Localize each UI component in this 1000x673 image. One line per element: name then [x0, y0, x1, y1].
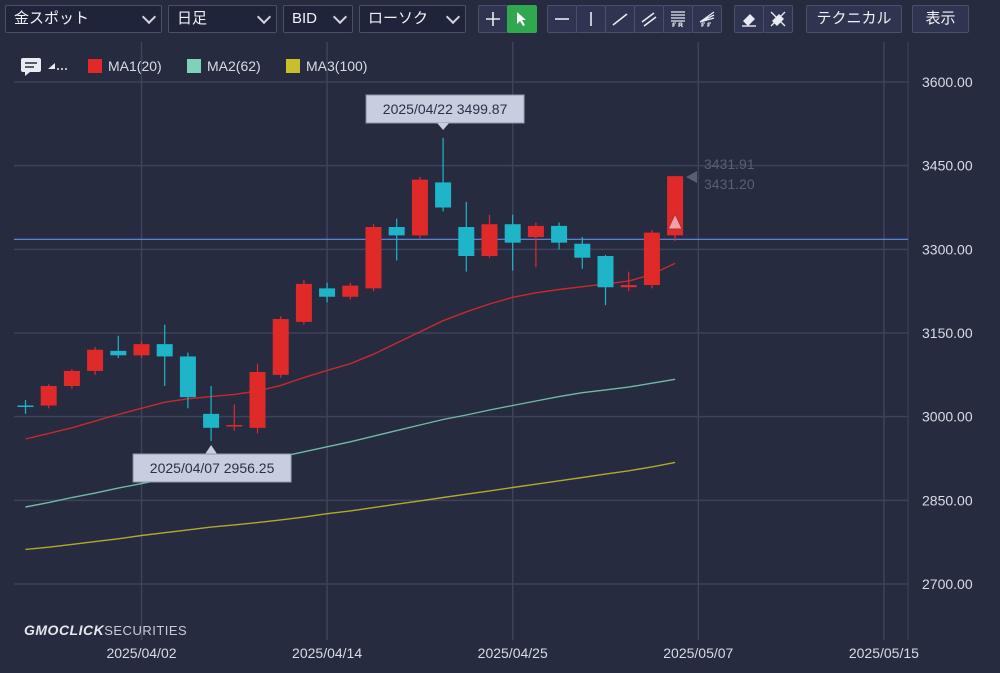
candle-body [411, 179, 428, 236]
high-callout-label: 2025/04/22 3499.87 [383, 101, 508, 117]
erase-all-icon [770, 11, 786, 27]
candle-body [504, 224, 521, 243]
toolbar: 金スポット 日足 BID ローソク テクニカル 表示 [0, 0, 1000, 42]
horizontal-line-tool-button[interactable] [547, 5, 577, 33]
candle-body [87, 349, 104, 371]
ma-line-ma3100 [25, 461, 676, 551]
candle-body [17, 405, 34, 408]
price-chart[interactable]: 3600.00 3450.00 3300.00 3150.00 3000.00 2850.… [0, 42, 1000, 673]
y-tick-label: 3450.00 [922, 158, 973, 174]
eraser-icon [742, 14, 756, 27]
trend-line-tool-button[interactable] [605, 5, 635, 33]
erase-all-button[interactable] [763, 5, 793, 33]
candle-body [481, 224, 498, 257]
chevron-down-icon [141, 9, 157, 25]
fibonacci-retracement-button[interactable] [663, 5, 693, 33]
brand-watermark: GMOCLICKSECURITIES [24, 622, 187, 638]
parallel-channel-icon [641, 12, 657, 27]
chart-style-dropdown[interactable]: ローソク [359, 5, 466, 33]
fibonacci-fan-icon [699, 11, 715, 27]
candle-body [458, 227, 475, 257]
candle-body [388, 227, 405, 236]
candle-body [156, 344, 173, 357]
eraser-button[interactable] [734, 5, 764, 33]
candle-body [226, 425, 243, 427]
current-ask-label: 3431.20 [704, 176, 755, 192]
candle-body [342, 285, 359, 297]
callout-pointer [205, 445, 218, 454]
technical-button[interactable]: テクニカル [806, 5, 902, 33]
candle-body [319, 288, 336, 297]
brand-logo-text: GMOCLICK [24, 622, 105, 638]
candle-body [40, 385, 57, 406]
candle-body [249, 372, 266, 428]
chevron-down-icon [256, 9, 272, 25]
horizontal-line-icon [555, 18, 569, 20]
symbol-dropdown[interactable]: 金スポット [5, 5, 162, 33]
chevron-down-icon [332, 9, 348, 25]
callout-pointer [437, 123, 450, 130]
price-type-dropdown[interactable]: BID [283, 5, 353, 33]
timeframe-dropdown[interactable]: 日足 [168, 5, 277, 33]
candle-body [295, 283, 312, 322]
candle-body [272, 319, 289, 375]
y-tick-label: 3600.00 [922, 74, 973, 90]
x-tick-label: 2025/05/07 [663, 645, 733, 661]
x-tick-label: 2025/04/14 [292, 645, 362, 661]
price-type-label: BID [292, 10, 318, 27]
fibonacci-fan-button[interactable] [692, 5, 722, 33]
candle-body [435, 182, 452, 208]
candle-body [63, 370, 80, 386]
candle-body [179, 356, 196, 398]
crosshair-icon [486, 12, 500, 26]
candle-body [203, 413, 220, 428]
candle-body [597, 256, 614, 288]
display-button[interactable]: 表示 [912, 5, 969, 33]
vertical-line-icon [590, 12, 592, 26]
fibonacci-retracement-icon [671, 11, 685, 28]
candle-body [527, 225, 544, 238]
symbol-label: 金スポット [14, 10, 90, 27]
chevron-down-icon [445, 9, 461, 25]
candle-body [365, 227, 382, 289]
candle-body [133, 344, 150, 356]
candle-body [551, 225, 568, 243]
y-tick-label: 2850.00 [922, 492, 973, 508]
y-tick-label: 3000.00 [922, 409, 973, 425]
x-tick-label: 2025/04/25 [478, 645, 548, 661]
candle-body [643, 232, 660, 286]
y-tick-label: 3300.00 [922, 241, 973, 257]
channel-tool-button[interactable] [634, 5, 664, 33]
brand-suffix: SECURITIES [104, 623, 188, 638]
trend-line-icon [612, 13, 628, 26]
x-tick-label: 2025/05/15 [849, 645, 919, 661]
low-callout-label: 2025/04/07 2956.25 [150, 460, 275, 476]
y-tick-label: 3150.00 [922, 325, 973, 341]
y-tick-label: 2700.00 [922, 576, 973, 592]
vertical-line-tool-button[interactable] [576, 5, 606, 33]
current-bid-label: 3431.91 [704, 156, 755, 172]
timeframe-label: 日足 [177, 10, 208, 27]
candle-body [620, 285, 637, 288]
ma-line-ma262 [25, 378, 676, 508]
pointer-icon [517, 12, 526, 26]
bid-arrow-icon [686, 171, 697, 183]
candle-body [110, 350, 127, 356]
pointer-button[interactable] [507, 5, 537, 33]
crosshair-button[interactable] [478, 5, 508, 33]
chart-style-label: ローソク [368, 10, 429, 27]
x-tick-label: 2025/04/02 [106, 645, 176, 661]
candle-body [574, 243, 591, 258]
